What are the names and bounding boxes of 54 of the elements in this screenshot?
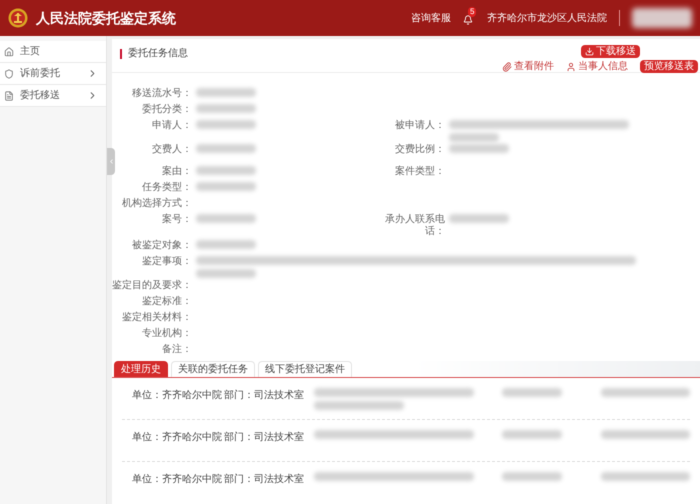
history-unit: 单位：齐齐哈尔中院: [132, 390, 222, 401]
app-title: 人民法院委托鉴定系统: [36, 8, 176, 28]
field-label: 委托分类：: [141, 102, 192, 117]
blurred-text: [502, 472, 562, 481]
document-icon: [4, 90, 14, 100]
shield-icon: [4, 68, 14, 78]
tab[interactable]: 处理历史: [114, 361, 168, 377]
field-label: 任务类型：: [141, 180, 192, 195]
sidebar-item[interactable]: 委托移送: [0, 85, 106, 107]
emblem-icon: [8, 8, 28, 28]
history-department: 部门：司法技术室: [224, 432, 304, 443]
field-label: 移送流水号：: [131, 86, 192, 101]
field-label: 鉴定目的及要求：: [112, 278, 192, 293]
field-label: 案号：: [161, 212, 192, 227]
download-button[interactable]: 下载移送: [581, 45, 640, 58]
history-unit: 单位：齐齐哈尔中院: [132, 474, 222, 485]
history-department: 部门：司法技术室: [224, 474, 304, 485]
history-unit: 单位：齐齐哈尔中院: [132, 432, 222, 443]
panel-link[interactable]: 当事人信息: [566, 59, 628, 74]
sidebar-item[interactable]: 诉前委托: [0, 63, 106, 85]
blurred-text: [502, 388, 562, 397]
tab[interactable]: 关联的委托任务: [171, 361, 255, 377]
field-label: 被申请人：: [394, 118, 445, 133]
notification-count: 5: [468, 7, 476, 17]
blurred-text: [449, 133, 499, 142]
field-label: 交费比例：: [394, 142, 445, 157]
sidebar-item[interactable]: 主页: [0, 41, 106, 63]
field-label: 鉴定标准：: [141, 294, 192, 309]
field-label: 机构选择方式：: [121, 196, 192, 211]
blurred-text: [502, 430, 562, 439]
field-label: 专业机构：: [141, 326, 192, 341]
field-label: 交费人：: [151, 142, 192, 157]
field-label: 备注：: [161, 342, 192, 357]
field-label: 申请人：: [151, 118, 192, 133]
avatar[interactable]: [632, 8, 692, 28]
field-label: 案件类型：: [394, 164, 445, 179]
panel-title: 委托任务信息: [128, 46, 188, 61]
panel-link[interactable]: 查看附件: [502, 59, 554, 74]
history-department: 部门：司法技术室: [224, 390, 304, 401]
field-label: 被鉴定对象：: [131, 238, 192, 253]
blurred-text: [196, 269, 256, 278]
support-link[interactable]: 咨询客服: [411, 10, 451, 26]
field-label: 案由：: [161, 164, 192, 179]
home-icon: [4, 46, 14, 56]
court-name: 齐齐哈尔市龙沙区人民法院: [487, 12, 607, 26]
field-label: 鉴定相关材料：: [121, 310, 192, 325]
collapse-handle[interactable]: [107, 148, 115, 175]
field-label: 鉴定事项：: [141, 254, 192, 269]
paperclip-icon: [502, 62, 512, 72]
download-icon: [585, 47, 594, 56]
preview-button[interactable]: 预览移送表: [640, 60, 698, 73]
user-icon: [566, 62, 576, 72]
field-label: 承办人联系电话：: [384, 212, 445, 238]
tab[interactable]: 线下委托登记案件: [258, 361, 352, 377]
